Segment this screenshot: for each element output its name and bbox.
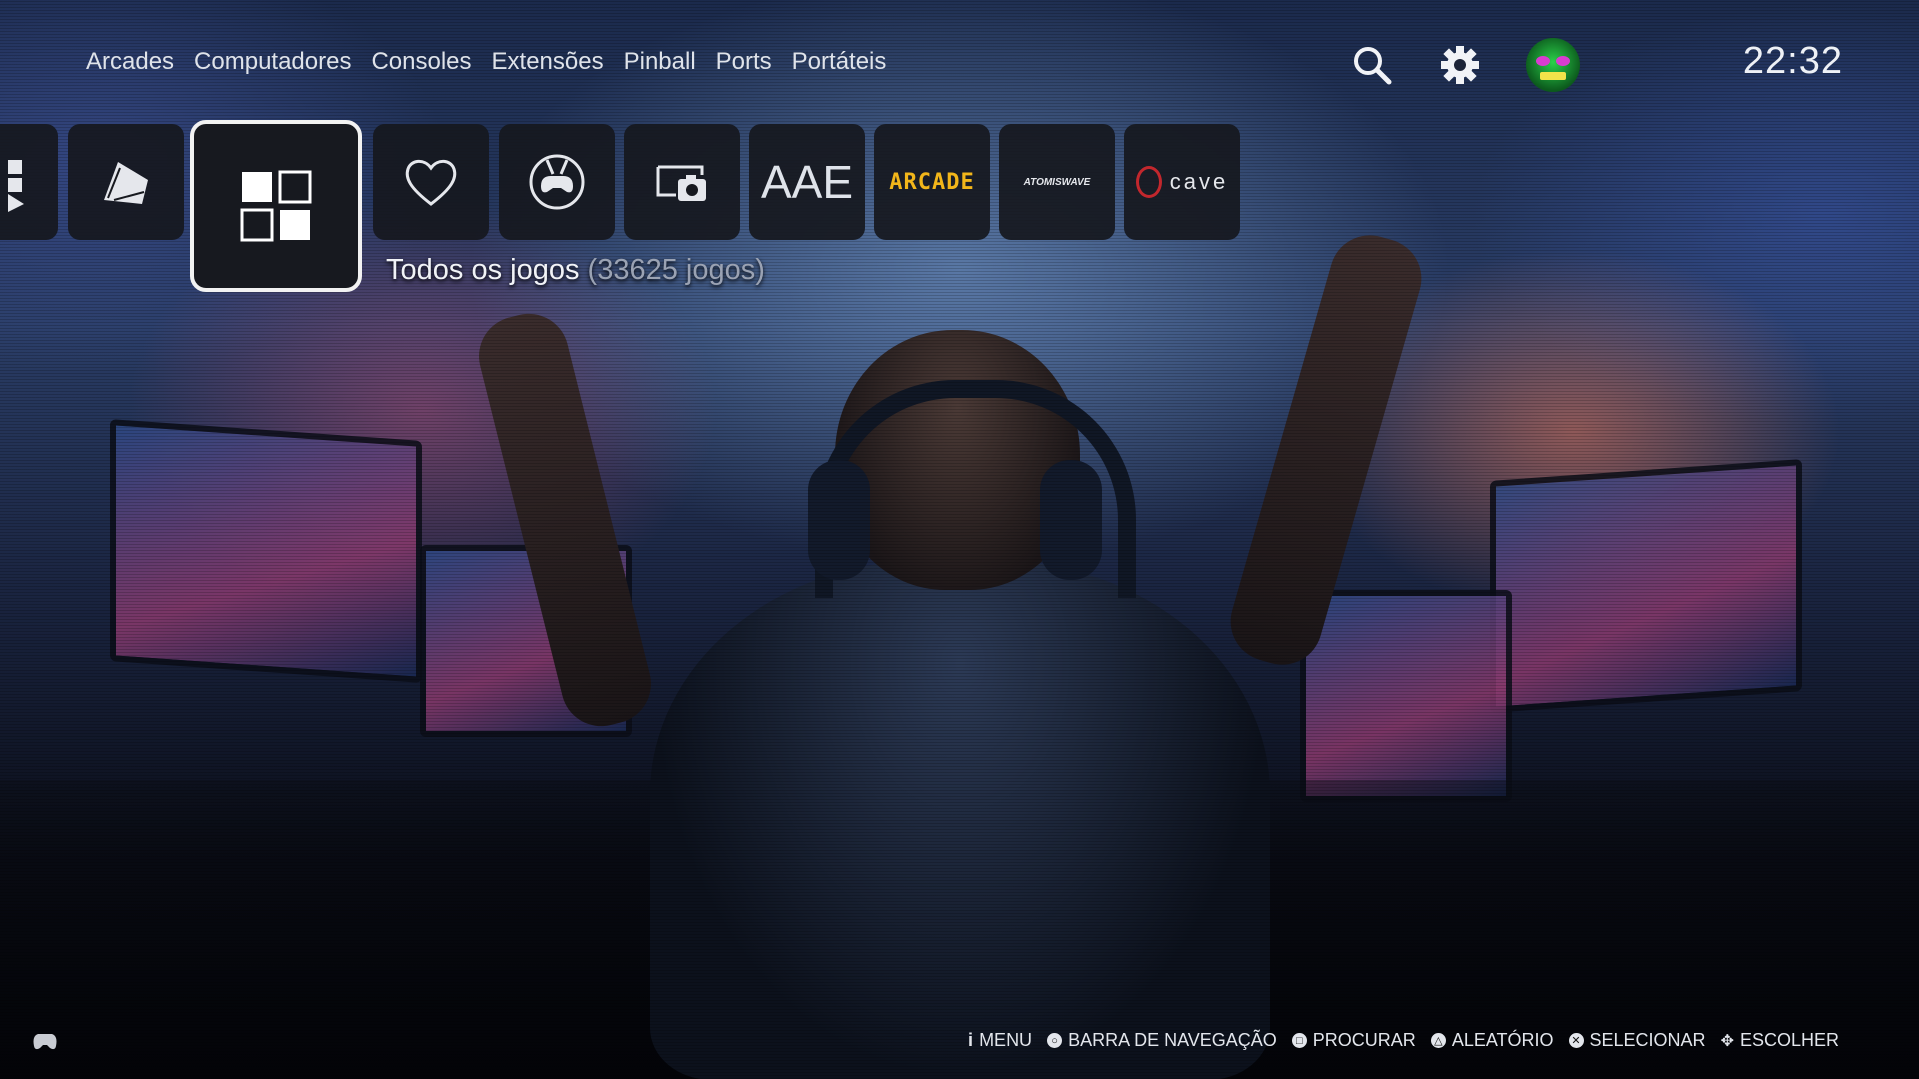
hint-select-label: SELECIONAR	[1589, 1030, 1706, 1050]
search-button[interactable]	[1350, 43, 1394, 87]
search-icon	[1354, 47, 1392, 85]
clock: 22:32	[1742, 40, 1843, 82]
screenshot-camera-icon	[656, 165, 706, 201]
heart-icon	[405, 159, 457, 206]
hint-menu: i MENU	[968, 1030, 1032, 1051]
hint-choose-label: ESCOLHER	[1739, 1030, 1839, 1050]
button-triangle-icon: △	[1430, 1033, 1446, 1048]
avatar-mouth	[1540, 72, 1566, 80]
system-category-nav: Arcades Computadores Consoles Extensões …	[86, 48, 886, 76]
profile-avatar[interactable]	[1526, 38, 1580, 92]
multiplayer-gamepad-icon	[529, 154, 585, 210]
button-circle-icon: ○	[1047, 1033, 1063, 1048]
tile-book[interactable]	[68, 124, 184, 240]
selected-collection-title: Todos os jogos (33625 jogos)	[386, 254, 765, 287]
tile-collections[interactable]	[0, 124, 58, 240]
gear-icon	[1441, 46, 1479, 84]
tile-favorites[interactable]	[373, 124, 489, 240]
gamepad-icon	[33, 1034, 57, 1050]
hint-random-label: ALEATÓRIO	[1451, 1030, 1554, 1050]
avatar-eye-left	[1536, 56, 1550, 66]
header-actions	[1350, 38, 1580, 92]
nav-item-arcades[interactable]: Arcades	[86, 48, 174, 76]
hint-navigation-bar: ○ BARRA DE NAVEGAÇÃO	[1047, 1030, 1277, 1051]
nav-item-portateis[interactable]: Portáteis	[792, 48, 887, 76]
hint-navigation-label: BARRA DE NAVEGAÇÃO	[1068, 1030, 1277, 1050]
dpad-icon: ✥	[1720, 1032, 1734, 1050]
aae-logo: AAE	[760, 156, 854, 208]
hint-menu-label: MENU	[979, 1030, 1033, 1050]
person-body-image	[650, 560, 1270, 1079]
tile-cave[interactable]: cave	[1124, 124, 1240, 240]
collection-name: Todos os jogos	[386, 254, 580, 286]
monitor-right-small-image	[1300, 590, 1512, 802]
tile-arcade[interactable]: ARCADE	[874, 124, 990, 240]
button-cross-icon: ✕	[1568, 1033, 1584, 1048]
avatar-eye-right	[1556, 56, 1570, 66]
nav-item-ports[interactable]: Ports	[716, 48, 772, 76]
monitor-left-image	[110, 419, 422, 683]
tile-atomiswave[interactable]: ATOMISWAVE	[999, 124, 1115, 240]
headphone-left-image	[808, 460, 870, 580]
button-square-icon: □	[1291, 1033, 1307, 1048]
cave-logo-mark	[1135, 166, 1162, 198]
collection-game-count: (33625 jogos)	[587, 254, 765, 286]
controller-status[interactable]	[30, 1030, 60, 1057]
arcade-logo: ARCADE	[889, 169, 975, 195]
atomiswave-logo: ATOMISWAVE	[1023, 176, 1091, 188]
info-icon: i	[968, 1030, 974, 1050]
cave-logo: cave	[1169, 169, 1229, 194]
tile-aae[interactable]: AAE	[749, 124, 865, 240]
hint-select: ✕ SELECIONAR	[1568, 1030, 1706, 1051]
nav-item-computadores[interactable]: Computadores	[194, 48, 351, 76]
hint-random: △ ALEATÓRIO	[1430, 1030, 1554, 1051]
nav-item-pinball[interactable]: Pinball	[624, 48, 696, 76]
button-hints-bar: i MENU ○ BARRA DE NAVEGAÇÃO □ PROCURAR △…	[968, 1030, 1839, 1051]
tile-screenshots[interactable]	[624, 124, 740, 240]
collections-icon	[8, 160, 24, 212]
hint-search: □ PROCURAR	[1291, 1030, 1416, 1051]
nav-item-consoles[interactable]: Consoles	[371, 48, 471, 76]
book-icon	[104, 162, 148, 204]
tile-all-games[interactable]	[190, 120, 362, 292]
settings-button[interactable]	[1438, 43, 1482, 87]
monitor-right-image	[1490, 459, 1802, 713]
tile-multiplayer[interactable]	[499, 124, 615, 240]
hint-search-label: PROCURAR	[1312, 1030, 1416, 1050]
headphone-right-image	[1040, 460, 1102, 580]
all-games-grid-icon	[240, 170, 312, 242]
hint-choose: ✥ ESCOLHER	[1721, 1030, 1839, 1051]
nav-item-extensoes[interactable]: Extensões	[492, 48, 604, 76]
